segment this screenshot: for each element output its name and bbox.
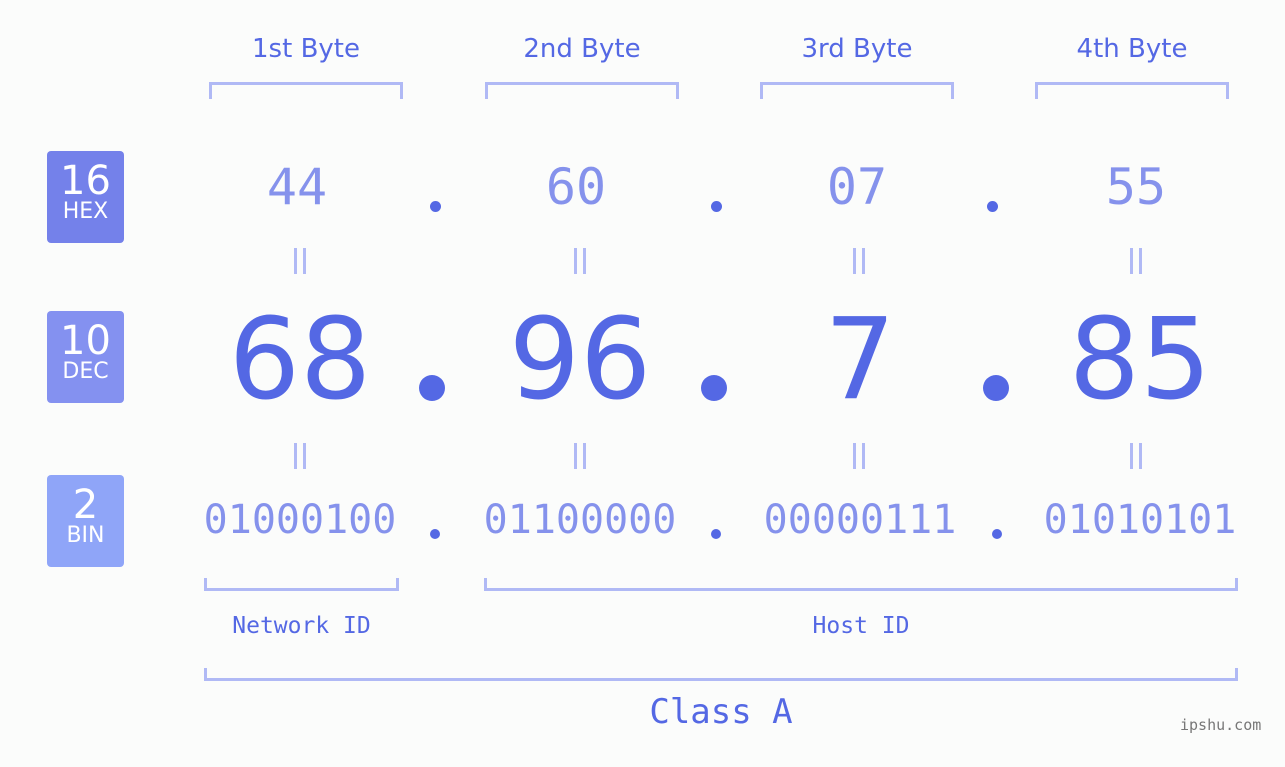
bin-separator-dot: [430, 529, 440, 539]
class-bracket: [204, 668, 1238, 681]
dec-byte-1: 68: [228, 295, 372, 425]
dec-byte-4: 85: [1068, 295, 1212, 425]
byte-3-label: 3rd Byte: [801, 34, 913, 64]
byte-1-bracket: [209, 82, 403, 99]
bin-byte-1: 01000100: [203, 497, 397, 543]
bin-separator-dot: [992, 529, 1002, 539]
byte-2-bracket: [485, 82, 679, 99]
hex-byte-3: 07: [826, 158, 888, 216]
equals-icon: [292, 248, 308, 274]
dec-badge: 10 DEC: [47, 311, 124, 403]
dec-separator-dot: [701, 375, 727, 401]
byte-4-bracket: [1035, 82, 1229, 99]
bin-byte-3: 00000111: [763, 497, 957, 543]
equals-icon: [292, 443, 308, 469]
byte-4-label: 4th Byte: [1076, 34, 1188, 64]
equals-icon: [851, 248, 867, 274]
bin-base-label: BIN: [66, 523, 105, 548]
byte-2-label: 2nd Byte: [523, 34, 641, 64]
bin-badge: 2 BIN: [47, 475, 124, 567]
hex-byte-2: 60: [545, 158, 607, 216]
host-id-label: Host ID: [812, 613, 910, 639]
equals-icon: [1128, 248, 1144, 274]
equals-icon: [1128, 443, 1144, 469]
bin-separator-dot: [711, 529, 721, 539]
equals-icon: [572, 248, 588, 274]
bin-base-number: 2: [72, 482, 99, 528]
ip-class-label: Class A: [649, 692, 793, 732]
hex-byte-4: 55: [1105, 158, 1167, 216]
hex-base-number: 16: [60, 158, 111, 204]
dec-byte-2: 96: [508, 295, 652, 425]
network-id-label: Network ID: [232, 613, 371, 639]
host-id-bracket: [484, 578, 1238, 591]
hex-separator-dot: [430, 201, 441, 212]
dec-base-number: 10: [60, 318, 111, 364]
byte-3-bracket: [760, 82, 954, 99]
bin-byte-2: 01100000: [483, 497, 677, 543]
dec-base-label: DEC: [62, 359, 109, 384]
watermark: ipshu.com: [1180, 716, 1262, 734]
byte-1-label: 1st Byte: [252, 34, 360, 64]
equals-icon: [851, 443, 867, 469]
hex-separator-dot: [987, 201, 998, 212]
dec-separator-dot: [419, 375, 445, 401]
hex-badge: 16 HEX: [47, 151, 124, 243]
hex-base-label: HEX: [62, 199, 109, 224]
equals-icon: [572, 443, 588, 469]
dec-separator-dot: [983, 375, 1009, 401]
hex-separator-dot: [711, 201, 722, 212]
hex-byte-1: 44: [266, 158, 328, 216]
bin-byte-4: 01010101: [1043, 497, 1237, 543]
dec-byte-3: 7: [824, 295, 896, 425]
network-id-bracket: [204, 578, 399, 591]
